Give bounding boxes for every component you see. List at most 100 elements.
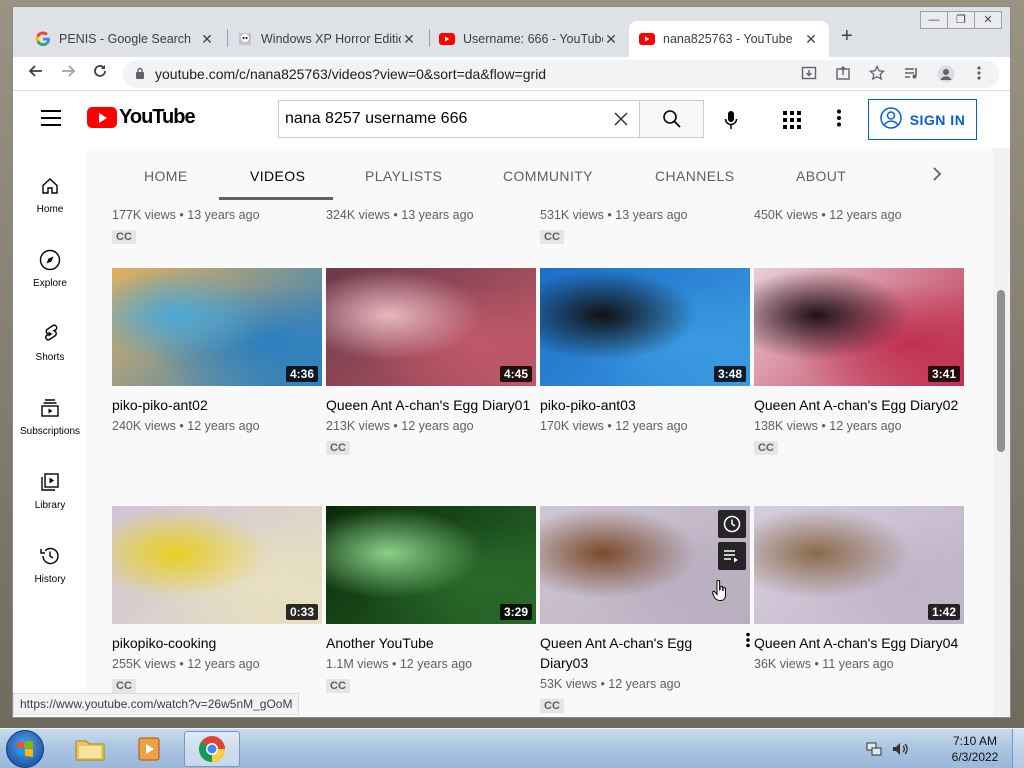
- microphone-button[interactable]: [721, 109, 741, 131]
- browser-tab[interactable]: Windows XP Horror Editio ✕: [227, 21, 427, 57]
- reload-button[interactable]: [89, 63, 111, 85]
- video-title[interactable]: Queen Ant A-chan's Egg Diary02: [754, 395, 964, 415]
- tab-channels[interactable]: CHANNELS: [655, 168, 734, 184]
- video-title[interactable]: Queen Ant A-chan's Egg Diary01: [326, 395, 536, 415]
- clock-date: 6/3/2022: [951, 750, 999, 764]
- duration-badge: 3:48: [713, 366, 746, 382]
- file-explorer-taskbar-button[interactable]: [62, 731, 118, 767]
- close-icon[interactable]: ✕: [199, 31, 215, 48]
- scrollbar-thumb[interactable]: [997, 290, 1005, 452]
- back-button[interactable]: [25, 63, 47, 85]
- video-card[interactable]: 3:48 piko-piko-ant03 170K views • 12 yea…: [540, 268, 750, 433]
- tab-about[interactable]: ABOUT: [796, 168, 846, 184]
- home-icon: [13, 174, 87, 198]
- video-thumbnail[interactable]: 3:29: [326, 506, 536, 624]
- video-title[interactable]: pikopiko-cooking: [112, 633, 322, 653]
- start-button[interactable]: [6, 730, 44, 768]
- link-status-bubble: https://www.youtube.com/watch?v=26w5nM_g…: [13, 693, 300, 715]
- video-card[interactable]: 1:42 Queen Ant A-chan's Egg Diary04 36K …: [754, 506, 964, 671]
- clock-time: 7:10 AM: [952, 734, 998, 748]
- apps-grid-icon[interactable]: [783, 111, 801, 134]
- sidebar-item-home[interactable]: Home: [13, 174, 87, 215]
- video-thumbnail[interactable]: 3:41: [754, 268, 964, 386]
- sidebar-item-history[interactable]: History: [13, 544, 87, 585]
- chrome-taskbar-button[interactable]: [184, 731, 240, 767]
- taskbar-clock[interactable]: 7:10 AM 6/3/2022: [940, 733, 1010, 765]
- video-thumbnail[interactable]: 0:33: [112, 506, 322, 624]
- close-icon[interactable]: ✕: [603, 31, 619, 48]
- address-bar[interactable]: youtube.com/c/nana825763/videos?view=0&s…: [123, 60, 999, 88]
- video-card-hovered[interactable]: Queen Ant A-chan's Egg Diary03 53K views…: [540, 506, 750, 714]
- sidebar-item-explore[interactable]: Explore: [13, 248, 87, 289]
- video-card[interactable]: 4:45 Queen Ant A-chan's Egg Diary01 213K…: [326, 268, 536, 456]
- share-icon[interactable]: [835, 65, 851, 87]
- browser-tab[interactable]: Username: 666 - YouTube ✕: [429, 21, 629, 57]
- tab-home[interactable]: HOME: [144, 168, 188, 184]
- sidebar-item-subscriptions[interactable]: Subscriptions: [13, 396, 87, 437]
- volume-icon[interactable]: [892, 741, 910, 760]
- clear-search-icon[interactable]: [603, 106, 639, 132]
- media-player-taskbar-button[interactable]: [122, 731, 178, 767]
- video-card[interactable]: 531K views • 13 years ago CC: [540, 204, 750, 245]
- video-card[interactable]: 177K views • 13 years ago CC: [112, 204, 322, 245]
- video-thumbnail[interactable]: 1:42: [754, 506, 964, 624]
- chevron-right-icon[interactable]: [932, 166, 942, 187]
- video-title[interactable]: piko-piko-ant02: [112, 395, 322, 415]
- sidebar-item-shorts[interactable]: Shorts: [13, 322, 87, 363]
- hand-cursor-icon: [712, 580, 726, 602]
- sign-in-button[interactable]: SIGN IN: [868, 99, 977, 140]
- url-text: youtube.com/c/nana825763/videos?view=0&s…: [155, 66, 547, 82]
- youtube-logo[interactable]: YouTube: [87, 106, 196, 129]
- sign-in-label: SIGN IN: [909, 111, 966, 128]
- video-title[interactable]: Queen Ant A-chan's Egg Diary04: [754, 633, 964, 653]
- tab-videos[interactable]: VIDEOS: [250, 168, 305, 184]
- bookmark-star-icon[interactable]: [868, 64, 886, 87]
- lock-icon: [135, 67, 145, 82]
- tab-title: nana825763 - YouTube: [663, 32, 793, 46]
- video-card[interactable]: 450K views • 12 years ago: [754, 204, 964, 222]
- sidebar-item-library[interactable]: Library: [13, 470, 87, 511]
- video-title[interactable]: piko-piko-ant03: [540, 395, 750, 415]
- watch-later-button[interactable]: [718, 510, 746, 538]
- show-desktop-button[interactable]: [1012, 729, 1024, 768]
- shorts-icon: [13, 322, 87, 346]
- forward-button[interactable]: [57, 63, 79, 85]
- forward-arrow-icon: [62, 65, 76, 77]
- browser-tab-active[interactable]: nana825763 - YouTube ✕: [629, 21, 829, 57]
- tab-playlists[interactable]: PLAYLISTS: [365, 168, 442, 184]
- media-controls-icon[interactable]: [903, 65, 919, 87]
- video-title[interactable]: Queen Ant A-chan's Egg Diary03: [540, 633, 750, 673]
- video-meta: 170K views • 12 years ago: [540, 419, 688, 433]
- install-app-icon[interactable]: [801, 65, 817, 87]
- sidebar-label: Explore: [33, 278, 67, 289]
- video-card[interactable]: 3:41 Queen Ant A-chan's Egg Diary02 138K…: [754, 268, 964, 456]
- video-thumbnail[interactable]: 4:36: [112, 268, 322, 386]
- video-card[interactable]: 3:29 Another YouTube 1.1M views • 12 yea…: [326, 506, 536, 694]
- add-to-queue-button[interactable]: [718, 542, 746, 570]
- video-thumbnail[interactable]: [540, 506, 750, 624]
- close-icon[interactable]: ✕: [401, 31, 417, 48]
- chrome-menu-icon[interactable]: [971, 65, 987, 87]
- hamburger-menu-icon[interactable]: [41, 110, 61, 131]
- video-title[interactable]: Another YouTube: [326, 633, 536, 653]
- video-thumbnail[interactable]: 4:45: [326, 268, 536, 386]
- close-window-button[interactable]: ✕: [974, 11, 1002, 29]
- settings-more-icon[interactable]: [837, 109, 841, 132]
- search-input[interactable]: nana 8257 username 666: [278, 100, 640, 138]
- video-card[interactable]: 0:33 pikopiko-cooking 255K views • 12 ye…: [112, 506, 322, 694]
- video-actions-menu-icon[interactable]: [746, 632, 750, 653]
- new-tab-button[interactable]: +: [841, 25, 853, 48]
- video-card[interactable]: 4:36 piko-piko-ant02 240K views • 12 yea…: [112, 268, 322, 433]
- maximize-button[interactable]: ❐: [947, 11, 975, 29]
- browser-tab[interactable]: PENIS - Google Search ✕: [25, 21, 225, 57]
- network-icon[interactable]: [866, 741, 882, 760]
- video-thumbnail[interactable]: 3:48: [540, 268, 750, 386]
- video-meta: 531K views • 13 years ago: [540, 208, 688, 222]
- minimize-button[interactable]: —: [920, 11, 948, 29]
- search-button[interactable]: [640, 100, 704, 138]
- tab-title: PENIS - Google Search: [59, 32, 192, 46]
- tab-community[interactable]: COMMUNITY: [503, 168, 593, 184]
- video-card[interactable]: 324K views • 13 years ago: [326, 204, 536, 222]
- close-icon[interactable]: ✕: [803, 31, 819, 48]
- profile-avatar-icon[interactable]: [937, 65, 955, 87]
